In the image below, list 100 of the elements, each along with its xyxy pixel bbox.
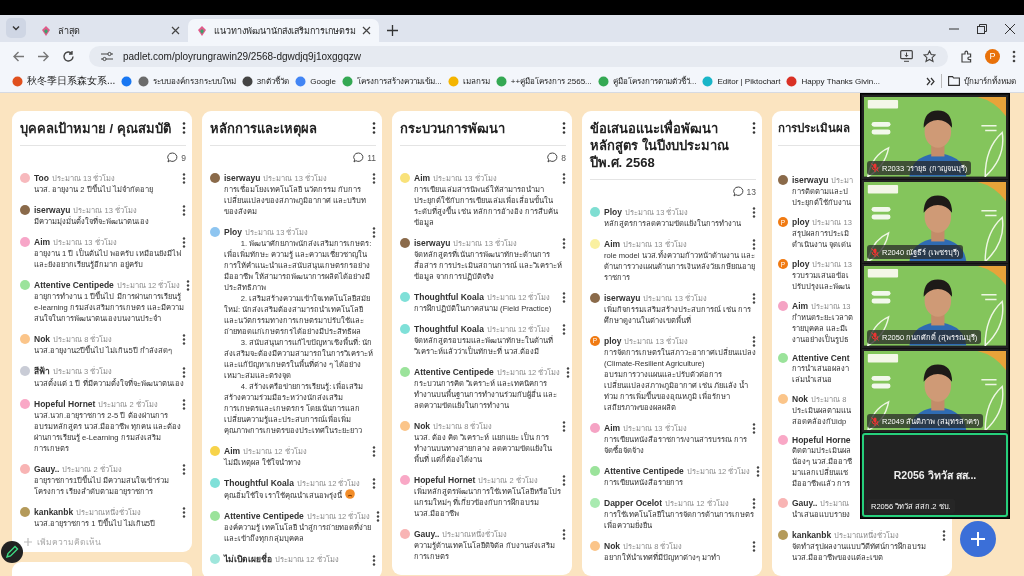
column-title: การประเมินผล bbox=[778, 121, 851, 136]
more-icon[interactable] bbox=[182, 122, 186, 134]
more-icon[interactable] bbox=[562, 122, 566, 134]
more-icon[interactable] bbox=[752, 498, 756, 509]
all-bookmarks-button[interactable]: บุ๊กมาร์กทั้งหมด bbox=[948, 74, 1016, 88]
browser-tab[interactable]: ล่าสุด bbox=[32, 19, 188, 42]
author-name: Aim bbox=[604, 238, 621, 249]
close-icon[interactable] bbox=[171, 26, 180, 35]
author-name: Nok bbox=[414, 420, 431, 431]
more-icon[interactable] bbox=[182, 366, 186, 378]
author-name: Ploy bbox=[224, 226, 242, 237]
bookmark[interactable]: โครงการสร้างความเข้ม... bbox=[342, 74, 442, 88]
reload-icon[interactable] bbox=[62, 49, 75, 63]
more-icon[interactable] bbox=[942, 530, 946, 541]
favicon-icon bbox=[121, 75, 133, 87]
more-icon[interactable] bbox=[182, 173, 186, 184]
new-tab-icon[interactable] bbox=[387, 25, 398, 36]
bookmark[interactable]: Google bbox=[295, 75, 337, 87]
more-icon[interactable] bbox=[752, 336, 756, 347]
author-name: Dapper Ocelot bbox=[604, 497, 663, 508]
author-name: iserwayu bbox=[224, 172, 261, 183]
more-icon[interactable] bbox=[562, 292, 566, 303]
bookmark[interactable]: เมลกรม bbox=[447, 74, 490, 88]
author-name: ไม่เปิดเผยชื่อ bbox=[224, 552, 272, 566]
browser-tab[interactable]: แนวทางพัฒนานักส่งเสริมการเกษตรม bbox=[188, 19, 379, 42]
comment-icon bbox=[353, 152, 365, 163]
author-name: iserwayu bbox=[34, 204, 71, 215]
author-name: Aim bbox=[34, 236, 51, 247]
menu-icon[interactable] bbox=[1012, 49, 1016, 63]
author-name: Nok bbox=[792, 394, 809, 404]
more-icon[interactable] bbox=[562, 475, 566, 486]
author-name: Attentive Centipede bbox=[604, 465, 684, 476]
more-icon[interactable] bbox=[182, 399, 186, 410]
forward-icon[interactable] bbox=[37, 49, 50, 63]
more-bookmarks-icon[interactable] bbox=[926, 76, 935, 86]
more-icon[interactable] bbox=[752, 293, 756, 304]
more-icon[interactable] bbox=[752, 207, 756, 218]
site-settings-icon[interactable] bbox=[101, 50, 113, 62]
bookmark[interactable]: ระบบองค์กร3กระบบใหม่ bbox=[138, 74, 236, 88]
bookmark[interactable] bbox=[121, 75, 133, 87]
author-name: ploy bbox=[792, 259, 810, 269]
more-icon[interactable] bbox=[562, 421, 566, 432]
favicon-icon bbox=[495, 75, 507, 87]
more-icon[interactable] bbox=[562, 324, 566, 335]
back-icon[interactable] bbox=[12, 49, 25, 63]
comment-count: 13 bbox=[746, 186, 756, 197]
edit-button[interactable] bbox=[1, 541, 23, 563]
more-icon[interactable] bbox=[182, 464, 186, 475]
close-icon[interactable] bbox=[362, 26, 371, 35]
more-icon[interactable] bbox=[566, 367, 571, 378]
extensions-icon[interactable] bbox=[960, 49, 973, 63]
bookmark[interactable]: 3กตัวชี้วัด bbox=[241, 74, 290, 88]
bookmark-star-icon[interactable] bbox=[923, 49, 936, 63]
pencil-icon bbox=[5, 545, 19, 559]
bookmark[interactable]: ++คู่มือโครงการ 2565... bbox=[495, 74, 592, 88]
comment-icon bbox=[547, 152, 559, 163]
more-icon[interactable] bbox=[182, 237, 186, 248]
author-name: Aim bbox=[604, 422, 621, 433]
bookmark[interactable]: Happy Thanks Givin... bbox=[786, 75, 880, 87]
more-icon[interactable] bbox=[182, 507, 186, 518]
author-name: Aim bbox=[224, 445, 241, 456]
more-icon[interactable] bbox=[756, 466, 761, 477]
author-name: Hopeful Horne bbox=[792, 435, 851, 445]
author-name: Attentive Cent bbox=[792, 353, 850, 363]
more-icon[interactable] bbox=[372, 122, 376, 134]
more-icon[interactable] bbox=[752, 541, 756, 552]
author-name: ploy bbox=[792, 217, 810, 227]
bookmark[interactable]: คู่มือโครงการตามตัวชี้วั... bbox=[597, 74, 697, 88]
favicon-icon bbox=[447, 75, 459, 87]
more-icon[interactable] bbox=[372, 227, 376, 238]
author-name: Nok bbox=[604, 540, 621, 551]
bookmark[interactable]: Editor | Piktochart bbox=[702, 75, 781, 87]
more-icon[interactable] bbox=[182, 205, 186, 216]
comment-field[interactable]: เพิ่มความคิดเห็น bbox=[37, 537, 157, 547]
more-icon[interactable] bbox=[562, 238, 566, 249]
author-name: iserwayu bbox=[604, 292, 641, 303]
author-name: Attentive Centipede bbox=[34, 279, 114, 290]
tab-search-button[interactable] bbox=[6, 18, 26, 38]
more-icon[interactable] bbox=[562, 173, 566, 184]
more-icon[interactable] bbox=[372, 173, 376, 184]
more-icon[interactable] bbox=[372, 554, 376, 566]
more-icon[interactable] bbox=[182, 334, 186, 345]
more-icon[interactable] bbox=[372, 478, 376, 489]
more-icon[interactable] bbox=[752, 239, 756, 250]
more-icon[interactable] bbox=[372, 446, 376, 457]
more-icon[interactable] bbox=[562, 529, 566, 540]
more-icon[interactable] bbox=[376, 511, 381, 522]
install-app-icon[interactable] bbox=[900, 50, 913, 62]
bookmark[interactable]: 秋冬季日系森女系... bbox=[12, 74, 116, 88]
more-icon[interactable] bbox=[752, 423, 756, 434]
close-icon[interactable] bbox=[1005, 24, 1015, 34]
restore-icon[interactable] bbox=[977, 24, 987, 34]
author-name: kankanbk bbox=[792, 529, 832, 540]
column-title: หลักการและเหตุผล bbox=[210, 120, 318, 137]
author-name: Thoughtful Koala bbox=[414, 323, 484, 334]
author-name: Aim bbox=[792, 301, 809, 311]
address-bar[interactable]: padlet.com/ployrungrawin29/2568-dgwdjq9j1oxggqzw bbox=[89, 45, 948, 67]
more-icon[interactable] bbox=[186, 280, 191, 291]
more-icon[interactable] bbox=[752, 122, 756, 134]
add-post-button[interactable] bbox=[960, 521, 996, 557]
